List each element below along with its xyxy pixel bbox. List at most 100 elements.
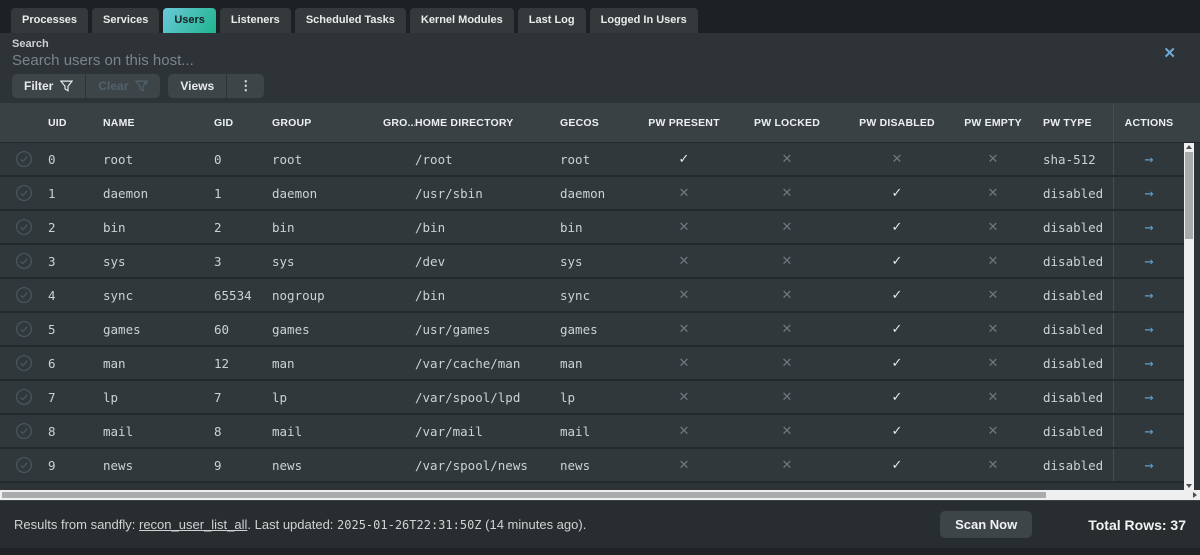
header-pw-present[interactable]: PW PRESENT [640, 117, 728, 129]
pw-present-mark: ✕ [678, 457, 690, 473]
arrow-right-icon: → [1144, 320, 1154, 338]
cell-group: bin [272, 219, 295, 235]
scan-now-button[interactable]: Scan Now [940, 511, 1033, 538]
cell-group: lp [272, 389, 288, 405]
table-row[interactable]: 1 daemon 1 daemon /usr/sbin daemon ✕ ✕ ✓… [0, 177, 1184, 211]
cell-group: root [272, 151, 303, 167]
table-row[interactable]: 9 news 9 news /var/spool/news news ✕ ✕ ✓… [0, 449, 1184, 483]
row-status-cell[interactable] [0, 320, 48, 338]
pw-empty-mark: ✕ [987, 355, 999, 371]
header-pw-empty[interactable]: PW EMPTY [948, 117, 1038, 129]
close-icon[interactable]: ✕ [1163, 46, 1176, 61]
cell-gid: 0 [214, 151, 222, 167]
cell-uid: 4 [48, 287, 56, 303]
header-gecos[interactable]: GECOS [560, 117, 640, 129]
table-row[interactable]: 8 mail 8 mail /var/mail mail ✕ ✕ ✓ ✕ dis… [0, 415, 1184, 449]
header-group[interactable]: GROUP [272, 117, 383, 129]
header-gid[interactable]: GID [214, 117, 272, 129]
cell-pw-type: disabled [1043, 423, 1104, 439]
pw-empty-mark: ✕ [987, 219, 999, 235]
row-action-button[interactable]: → [1113, 177, 1184, 209]
row-action-button[interactable]: → [1113, 449, 1184, 481]
pw-locked-mark: ✕ [781, 355, 793, 371]
cell-home-directory: /var/cache/man [415, 355, 521, 371]
scroll-up-arrow-icon[interactable] [1186, 145, 1192, 149]
header-groups-truncated[interactable]: GRO... [383, 117, 415, 129]
views-button-label: Views [180, 79, 215, 93]
cell-group: man [272, 355, 295, 371]
row-action-button[interactable]: → [1113, 415, 1184, 447]
header-pw-disabled[interactable]: PW DISABLED [846, 117, 948, 129]
check-circle-icon [15, 252, 33, 270]
cell-name: lp [103, 389, 119, 405]
table-row[interactable]: 7 lp 7 lp /var/spool/lpd lp ✕ ✕ ✓ ✕ disa… [0, 381, 1184, 415]
row-status-cell[interactable] [0, 388, 48, 406]
cell-name: games [103, 321, 141, 337]
row-status-cell[interactable] [0, 456, 48, 474]
row-status-cell[interactable] [0, 184, 48, 202]
table-row[interactable]: 4 sync 65534 nogroup /bin sync ✕ ✕ ✓ ✕ d… [0, 279, 1184, 313]
clear-filter-button[interactable]: Clear [85, 74, 160, 98]
funnel-icon [60, 80, 74, 92]
pw-disabled-mark: ✓ [891, 457, 903, 473]
tab-kernel-modules[interactable]: Kernel Modules [409, 8, 514, 33]
scroll-right-arrow-icon[interactable] [1193, 492, 1197, 498]
header-uid[interactable]: UID [48, 117, 103, 129]
cell-gecos: man [560, 355, 583, 371]
search-input[interactable] [12, 52, 1062, 69]
vertical-scrollbar-thumb[interactable] [1185, 152, 1193, 239]
cell-name: news [103, 457, 134, 473]
row-status-cell[interactable] [0, 150, 48, 168]
cell-uid: 7 [48, 389, 56, 405]
table-row[interactable]: 5 games 60 games /usr/games games ✕ ✕ ✓ … [0, 313, 1184, 347]
cell-uid: 1 [48, 185, 56, 201]
row-action-button[interactable]: → [1113, 347, 1184, 379]
cell-pw-type: disabled [1043, 253, 1104, 269]
table-row[interactable]: 0 root 0 root /root root ✓ ✕ ✕ ✕ sha-512… [0, 143, 1184, 177]
cell-name: root [103, 151, 134, 167]
row-action-button[interactable]: → [1113, 211, 1184, 243]
tab-logged-in-users[interactable]: Logged In Users [589, 8, 698, 33]
tab-users[interactable]: Users [163, 8, 216, 33]
pw-empty-mark: ✕ [987, 185, 999, 201]
views-menu-button[interactable]: ⋮ [226, 74, 264, 98]
cell-gecos: mail [560, 423, 591, 439]
header-pw-type[interactable]: PW TYPE [1038, 117, 1113, 129]
vertical-scrollbar[interactable] [1184, 143, 1194, 490]
horizontal-scrollbar-thumb[interactable] [2, 492, 1046, 498]
funnel-clear-icon [135, 80, 149, 92]
pw-empty-mark: ✕ [987, 423, 999, 439]
clear-filter-button-label: Clear [98, 79, 129, 93]
row-action-button[interactable]: → [1113, 279, 1184, 311]
pw-disabled-mark: ✓ [891, 355, 903, 371]
tab-processes[interactable]: Processes [11, 8, 89, 33]
horizontal-scrollbar[interactable] [0, 490, 1200, 500]
row-status-cell[interactable] [0, 252, 48, 270]
table-row[interactable]: 2 bin 2 bin /bin bin ✕ ✕ ✓ ✕ disabled → [0, 211, 1184, 245]
row-status-cell[interactable] [0, 422, 48, 440]
row-action-button[interactable]: → [1113, 143, 1184, 175]
tab-last-log[interactable]: Last Log [517, 8, 586, 33]
row-action-button[interactable]: → [1113, 245, 1184, 277]
row-action-button[interactable]: → [1113, 313, 1184, 345]
pw-disabled-mark: ✓ [891, 287, 903, 303]
tab-scheduled-tasks[interactable]: Scheduled Tasks [294, 8, 406, 33]
row-action-button[interactable]: → [1113, 381, 1184, 413]
row-status-cell[interactable] [0, 354, 48, 372]
header-pw-locked[interactable]: PW LOCKED [728, 117, 846, 129]
table-row[interactable]: 3 sys 3 sys /dev sys ✕ ✕ ✓ ✕ disabled → [0, 245, 1184, 279]
row-status-cell[interactable] [0, 218, 48, 236]
cell-pw-type: disabled [1043, 321, 1104, 337]
pw-present-mark: ✕ [678, 389, 690, 405]
tab-services[interactable]: Services [92, 8, 160, 33]
cell-gecos: news [560, 457, 591, 473]
header-home-directory[interactable]: HOME DIRECTORY [415, 117, 560, 129]
header-name[interactable]: NAME [103, 117, 214, 129]
filter-button[interactable]: Filter [12, 74, 85, 98]
tab-listeners[interactable]: Listeners [219, 8, 291, 33]
table-row[interactable]: 6 man 12 man /var/cache/man man ✕ ✕ ✓ ✕ … [0, 347, 1184, 381]
views-button[interactable]: Views [168, 74, 226, 98]
sandfly-link[interactable]: recon_user_list_all [139, 517, 247, 532]
row-status-cell[interactable] [0, 286, 48, 304]
scroll-down-arrow-icon[interactable] [1186, 484, 1192, 488]
